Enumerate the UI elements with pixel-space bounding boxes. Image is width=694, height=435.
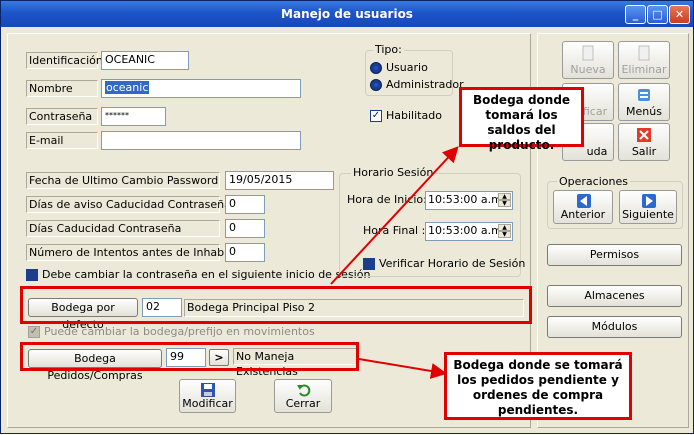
dias-aviso-field[interactable]: 0 xyxy=(225,195,265,214)
hora-inicio-spinner[interactable]: ▲ ▼ xyxy=(498,193,511,208)
nombre-value: oceanic xyxy=(105,81,150,94)
save-icon xyxy=(201,383,215,397)
eliminar-label: Eliminar xyxy=(621,63,667,76)
exit-icon xyxy=(637,128,651,142)
checkbox-off-icon xyxy=(363,258,375,270)
radio-administrador-icon xyxy=(370,79,382,91)
siguiente-button[interactable]: Siguiente xyxy=(619,190,677,224)
hora-final-value: 10:53:00 a.m. xyxy=(428,224,506,237)
salir-button[interactable]: Salir xyxy=(618,123,670,161)
delete-icon xyxy=(638,45,650,61)
callout-bottom: Bodega donde se tomará los pedidos pendi… xyxy=(444,352,632,420)
salir-label: Salir xyxy=(631,145,657,158)
nueva-button[interactable]: Nueva xyxy=(562,41,614,79)
modulos-button[interactable]: Módulos xyxy=(547,316,682,338)
anterior-label: Anterior xyxy=(560,208,606,221)
dias-aviso-label: Días de aviso Caducidad Contraseña xyxy=(26,196,231,213)
permisos-button[interactable]: Permisos xyxy=(547,244,682,266)
window-title: Manejo de usuarios xyxy=(281,7,413,21)
horario-title: Horario Sesión xyxy=(351,166,436,179)
annotation-box-pedidos xyxy=(20,342,359,371)
hora-final-label: Hora Final : xyxy=(363,224,426,237)
maximize-button[interactable]: □ xyxy=(647,5,668,24)
hora-inicio-value: 10:53:00 a.m. xyxy=(428,193,506,206)
radio-usuario[interactable]: Usuario xyxy=(370,61,428,74)
fecha-cambio-label: Fecha de Ultimo Cambio Password xyxy=(26,172,220,189)
new-doc-icon xyxy=(582,45,594,61)
verificar-checkbox[interactable]: Verificar Horario de Sesión xyxy=(363,257,525,270)
intentos-label: Número de Intentos antes de Inhabilitar xyxy=(26,244,249,261)
check-icon: ✓ xyxy=(370,110,382,122)
menus-button[interactable]: Menús xyxy=(618,83,670,121)
hora-final-field[interactable]: 10:53:00 a.m. ▲ ▼ xyxy=(425,222,513,241)
check-disabled-icon: ✓ xyxy=(28,326,40,338)
email-label: E-mail xyxy=(26,132,98,149)
verificar-label: Verificar Horario de Sesión xyxy=(379,257,526,270)
siguiente-label: Siguiente xyxy=(622,208,674,221)
almacenes-button[interactable]: Almacenes xyxy=(547,285,682,307)
main-window: Manejo de usuarios _ □ ✕ Identificación … xyxy=(0,0,694,434)
intentos-field[interactable]: 0 xyxy=(225,243,265,262)
arrow-left-icon xyxy=(577,194,591,208)
nueva-label: Nueva xyxy=(570,63,606,76)
callout-top: Bodega donde tomará los saldos del produ… xyxy=(459,87,584,152)
radio-administrador-label: Administrador xyxy=(386,78,464,91)
identificacion-field[interactable]: OCEANIC xyxy=(101,51,189,70)
contrasena-field[interactable]: ****** xyxy=(101,107,166,126)
contrasena-label: Contraseña xyxy=(26,108,98,125)
tipo-title: Tipo: xyxy=(373,43,404,56)
dias-caducidad-field[interactable]: 0 xyxy=(225,219,265,238)
nombre-label: Nombre xyxy=(26,80,98,97)
hora-inicio-label: Hora de Inicio: xyxy=(347,193,427,206)
operaciones-title: Operaciones xyxy=(557,175,630,188)
menus-icon xyxy=(638,89,650,101)
undo-icon xyxy=(297,384,311,397)
annotation-box-bodega xyxy=(20,286,532,324)
nombre-field[interactable]: oceanic xyxy=(101,79,301,98)
ayuda-label: uda xyxy=(586,145,608,158)
identificacion-label: Identificación xyxy=(26,52,103,69)
puede-cambiar-checkbox[interactable]: ✓ Puede cambiar la bodega/prefijo en movi… xyxy=(28,325,315,338)
minimize-button[interactable]: _ xyxy=(625,5,646,24)
anterior-button[interactable]: Anterior xyxy=(553,190,613,224)
debe-cambiar-label: Debe cambiar la contraseña en el siguien… xyxy=(42,268,371,281)
habilitado-label: Habilitado xyxy=(386,109,442,122)
modificar-label: Modificar xyxy=(182,397,233,410)
habilitado-checkbox[interactable]: ✓ Habilitado xyxy=(370,109,442,122)
modificar-toolbar-label: ficar xyxy=(582,105,608,118)
radio-usuario-icon xyxy=(370,62,382,74)
menus-label: Menús xyxy=(626,105,662,118)
hora-inicio-field[interactable]: 10:53:00 a.m. ▲ ▼ xyxy=(425,191,513,210)
email-field[interactable] xyxy=(101,131,301,150)
close-button[interactable]: ✕ xyxy=(669,5,690,24)
fecha-cambio-field[interactable]: 19/05/2015 xyxy=(225,171,334,190)
dias-caducidad-label: Días Caducidad Contraseña xyxy=(26,220,220,237)
checkbox-off-icon xyxy=(26,269,38,281)
modificar-button[interactable]: Modificar xyxy=(179,379,236,413)
puede-cambiar-label: Puede cambiar la bodega/prefijo en movim… xyxy=(44,325,315,338)
arrow-right-icon xyxy=(642,194,656,208)
radio-administrador[interactable]: Administrador xyxy=(370,78,464,91)
eliminar-button[interactable]: Eliminar xyxy=(618,41,670,79)
cerrar-label: Cerrar xyxy=(285,397,321,410)
cerrar-button[interactable]: Cerrar xyxy=(274,379,332,413)
hora-final-spinner[interactable]: ▲ ▼ xyxy=(498,224,511,239)
title-bar: Manejo de usuarios xyxy=(1,1,693,27)
debe-cambiar-checkbox[interactable]: Debe cambiar la contraseña en el siguien… xyxy=(26,268,370,281)
radio-usuario-label: Usuario xyxy=(386,61,428,74)
